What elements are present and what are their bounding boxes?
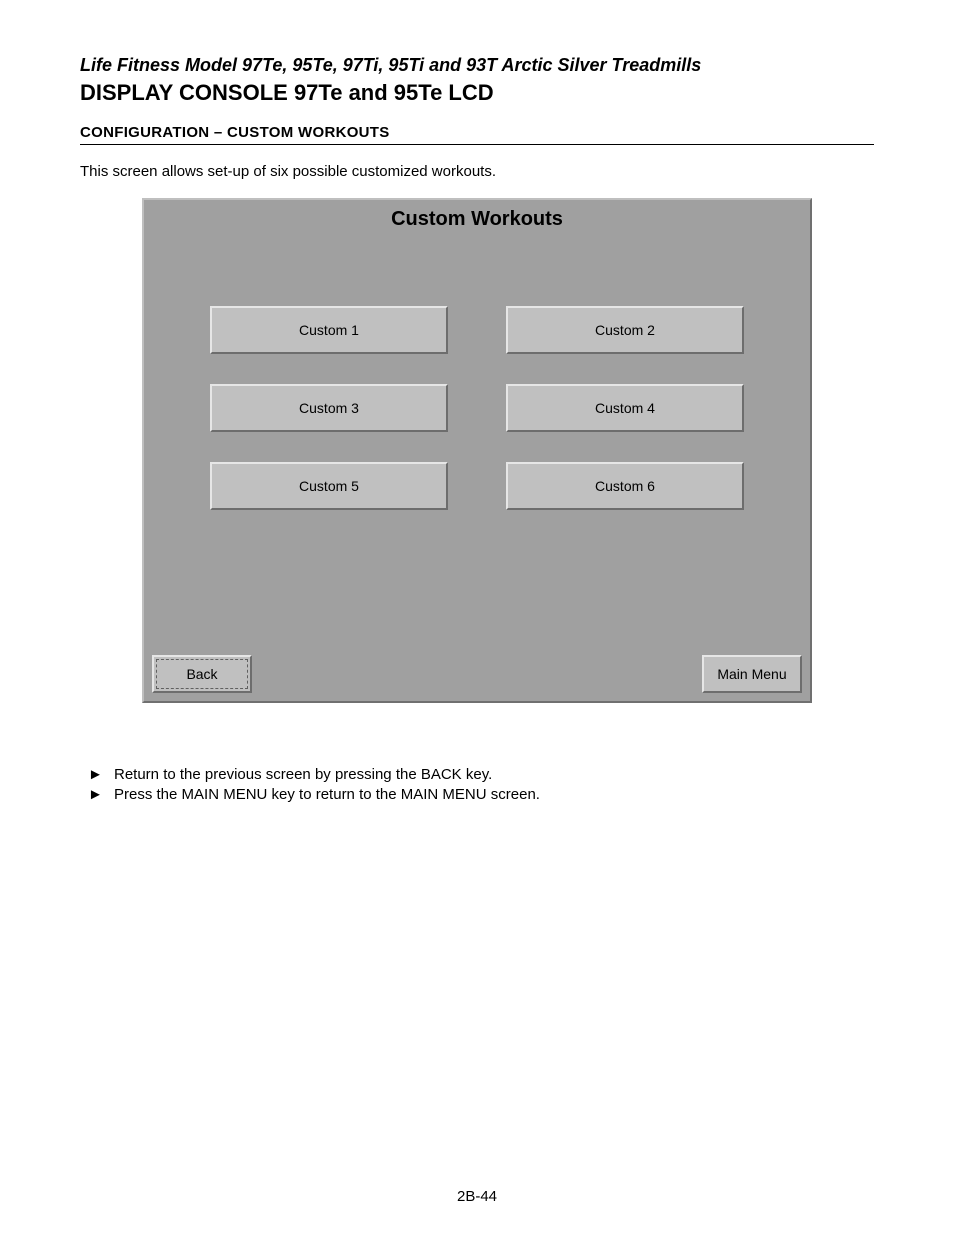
custom-grid: Custom 1 Custom 2 Custom 3 Custom 4 Cust… bbox=[144, 306, 810, 510]
screen-title: Custom Workouts bbox=[144, 200, 810, 231]
bullet-text: Return to the previous screen by pressin… bbox=[114, 765, 492, 785]
bullet-icon: ► bbox=[80, 765, 114, 785]
lcd-screen: Custom Workouts Custom 1 Custom 2 Custom… bbox=[142, 198, 812, 703]
custom-6-button[interactable]: Custom 6 bbox=[506, 462, 744, 510]
section-heading: CONFIGURATION – CUSTOM WORKOUTS bbox=[80, 124, 874, 141]
page-number: 2B-44 bbox=[0, 1188, 954, 1205]
doc-subtitle: Life Fitness Model 97Te, 95Te, 97Ti, 95T… bbox=[80, 55, 874, 76]
divider bbox=[80, 144, 874, 145]
bullet-icon: ► bbox=[80, 785, 114, 805]
bottom-nav: Back Main Menu bbox=[152, 655, 802, 693]
doc-title: DISPLAY CONSOLE 97Te and 95Te LCD bbox=[80, 80, 874, 106]
list-item: ► Return to the previous screen by press… bbox=[80, 765, 874, 785]
custom-2-button[interactable]: Custom 2 bbox=[506, 306, 744, 354]
screen-container: Custom Workouts Custom 1 Custom 2 Custom… bbox=[142, 198, 812, 703]
page: Life Fitness Model 97Te, 95Te, 97Ti, 95T… bbox=[0, 0, 954, 1235]
grid-row: Custom 1 Custom 2 bbox=[210, 306, 744, 354]
list-item: ► Press the MAIN MENU key to return to t… bbox=[80, 785, 874, 805]
intro-text: This screen allows set-up of six possibl… bbox=[80, 163, 874, 180]
bullet-text: Press the MAIN MENU key to return to the… bbox=[114, 785, 540, 805]
instruction-list: ► Return to the previous screen by press… bbox=[80, 765, 874, 804]
back-button[interactable]: Back bbox=[152, 655, 252, 693]
grid-row: Custom 3 Custom 4 bbox=[210, 384, 744, 432]
grid-row: Custom 5 Custom 6 bbox=[210, 462, 744, 510]
custom-4-button[interactable]: Custom 4 bbox=[506, 384, 744, 432]
custom-3-button[interactable]: Custom 3 bbox=[210, 384, 448, 432]
custom-5-button[interactable]: Custom 5 bbox=[210, 462, 448, 510]
custom-1-button[interactable]: Custom 1 bbox=[210, 306, 448, 354]
main-menu-button[interactable]: Main Menu bbox=[702, 655, 802, 693]
